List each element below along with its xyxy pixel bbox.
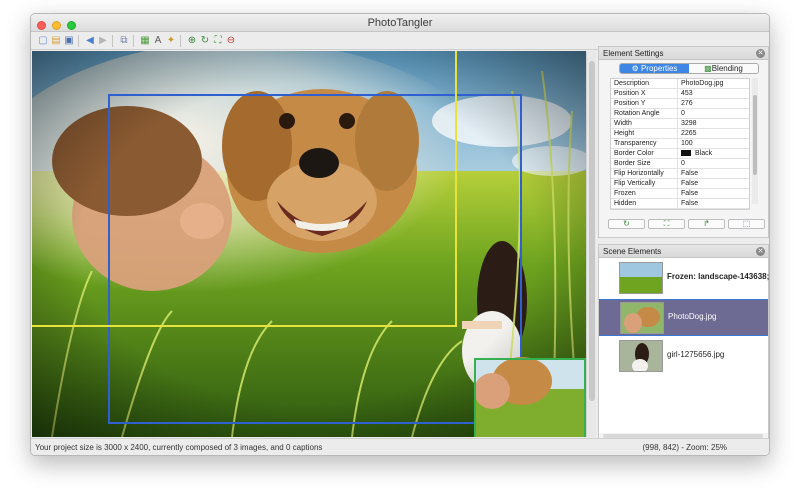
zoom-window-button[interactable]: [67, 21, 77, 30]
property-row[interactable]: Position X 453: [611, 89, 749, 99]
add-effect-icon[interactable]: ✦: [165, 35, 177, 47]
refresh-button[interactable]: ↻: [608, 219, 645, 229]
scene-elements-header: Scene Elements ✕: [599, 245, 768, 258]
rotate-button[interactable]: ↱: [688, 219, 725, 229]
property-row[interactable]: Hidden False: [611, 199, 749, 209]
scene-item-label: Frozen: landscape-143638;: [667, 272, 770, 281]
composition-canvas[interactable]: [32, 51, 586, 437]
close-panel-icon[interactable]: ✕: [756, 49, 765, 58]
crop-icon: ⬚: [742, 219, 751, 228]
blending-icon: ▩: [704, 64, 712, 73]
tab-properties[interactable]: ⚙ Properties: [620, 64, 689, 73]
rotate-icon[interactable]: ↻: [199, 35, 211, 47]
app-window: PhotoTangler ▢ ▤ ▣ ◀ ▶ ⧉ ▦ A ✦ ⊕ ↻ ⛶ ⊖ E…: [30, 13, 770, 456]
scene-item-label: PhotoDog.jpg: [668, 312, 717, 321]
element-settings-title: Element Settings: [603, 49, 664, 58]
property-row[interactable]: Border Color Black: [611, 149, 749, 159]
scene-item-label: girl-1275656.jpg: [667, 350, 725, 359]
new-project-icon[interactable]: ▢: [37, 35, 49, 47]
scene-elements-title: Scene Elements: [603, 247, 662, 256]
add-image-icon[interactable]: ▦: [139, 35, 151, 47]
property-row[interactable]: Flip Vertically False: [611, 179, 749, 189]
property-row[interactable]: Height 2265: [611, 129, 749, 139]
rotate-icon: ↱: [703, 219, 710, 228]
crop-button[interactable]: ⬚: [728, 219, 765, 229]
status-bar: Your project size is 3000 x 2400, curren…: [31, 438, 769, 455]
property-row[interactable]: Position Y 276: [611, 99, 749, 109]
close-panel-icon[interactable]: ✕: [756, 247, 765, 256]
copy-icon[interactable]: ⧉: [118, 35, 130, 47]
scrollbar-thumb[interactable]: [589, 61, 595, 401]
open-project-icon[interactable]: ▤: [50, 35, 62, 47]
toolbar-divider: [133, 35, 134, 47]
border-color-swatch[interactable]: [681, 150, 691, 156]
redo-icon[interactable]: ▶: [97, 35, 109, 47]
element-actions: ↻ ⛶ ↱ ⬚: [608, 219, 765, 229]
property-row[interactable]: Rotation Angle 0: [611, 109, 749, 119]
toolbar-divider: [78, 35, 79, 47]
navigator-preview: [474, 357, 586, 437]
add-text-icon[interactable]: A: [152, 35, 164, 47]
composition-image: [32, 51, 586, 437]
title-bar: PhotoTangler: [31, 14, 769, 32]
settings-tabs: ⚙ Properties ▩Blending: [619, 63, 759, 74]
cursor-zoom-readout: (998, 842) - Zoom: 25%: [642, 443, 727, 452]
zoom-out-icon[interactable]: ⊖: [225, 35, 237, 47]
project-info: Your project size is 3000 x 2400, curren…: [35, 443, 323, 452]
toolbar-divider: [112, 35, 113, 47]
gear-icon: ⚙: [631, 64, 639, 73]
properties-scrollbar[interactable]: [752, 78, 758, 204]
scene-elements-list: Frozen: landscape-143638; PhotoDog.jpg g…: [599, 258, 770, 433]
property-row[interactable]: Description PhotoDog.jpg: [611, 79, 749, 89]
element-settings-panel: Element Settings ✕ ⚙ Properties ▩Blendin…: [598, 46, 769, 238]
fit-icon: ⛶: [663, 219, 670, 228]
property-row[interactable]: Flip Horizontally False: [611, 169, 749, 179]
property-row[interactable]: Transparency 100: [611, 139, 749, 149]
scrollbar-thumb[interactable]: [753, 95, 757, 175]
property-row[interactable]: Frozen False: [611, 189, 749, 199]
properties-table: Description PhotoDog.jpg Position X 453 Po…: [610, 78, 750, 210]
undo-icon[interactable]: ◀: [84, 35, 96, 47]
scene-elements-panel: Scene Elements ✕ Frozen: landscape-14363…: [598, 244, 770, 455]
window-title: PhotoTangler: [367, 17, 433, 29]
element-settings-header: Element Settings ✕: [599, 47, 768, 60]
fit-button[interactable]: ⛶: [648, 219, 685, 229]
canvas-vertical-scrollbar[interactable]: [586, 51, 596, 437]
zoom-in-icon[interactable]: ⊕: [186, 35, 198, 47]
landscape-thumbnail: [619, 262, 663, 294]
toolbar-divider: [180, 35, 181, 47]
minimize-window-button[interactable]: [52, 21, 62, 30]
list-item[interactable]: girl-1275656.jpg: [599, 338, 768, 375]
dog-thumbnail: [620, 302, 664, 334]
refresh-icon: ↻: [623, 219, 630, 228]
save-project-icon[interactable]: ▣: [63, 35, 75, 47]
tab-blending[interactable]: ▩Blending: [689, 64, 758, 73]
fit-icon[interactable]: ⛶: [212, 35, 224, 47]
list-item[interactable]: Frozen: landscape-143638;: [599, 260, 770, 297]
close-window-button[interactable]: [37, 21, 46, 30]
property-row[interactable]: Width 3298: [611, 119, 749, 129]
list-item[interactable]: PhotoDog.jpg: [599, 299, 768, 336]
property-row[interactable]: Border Size 0: [611, 159, 749, 169]
girl-thumbnail: [619, 340, 663, 372]
